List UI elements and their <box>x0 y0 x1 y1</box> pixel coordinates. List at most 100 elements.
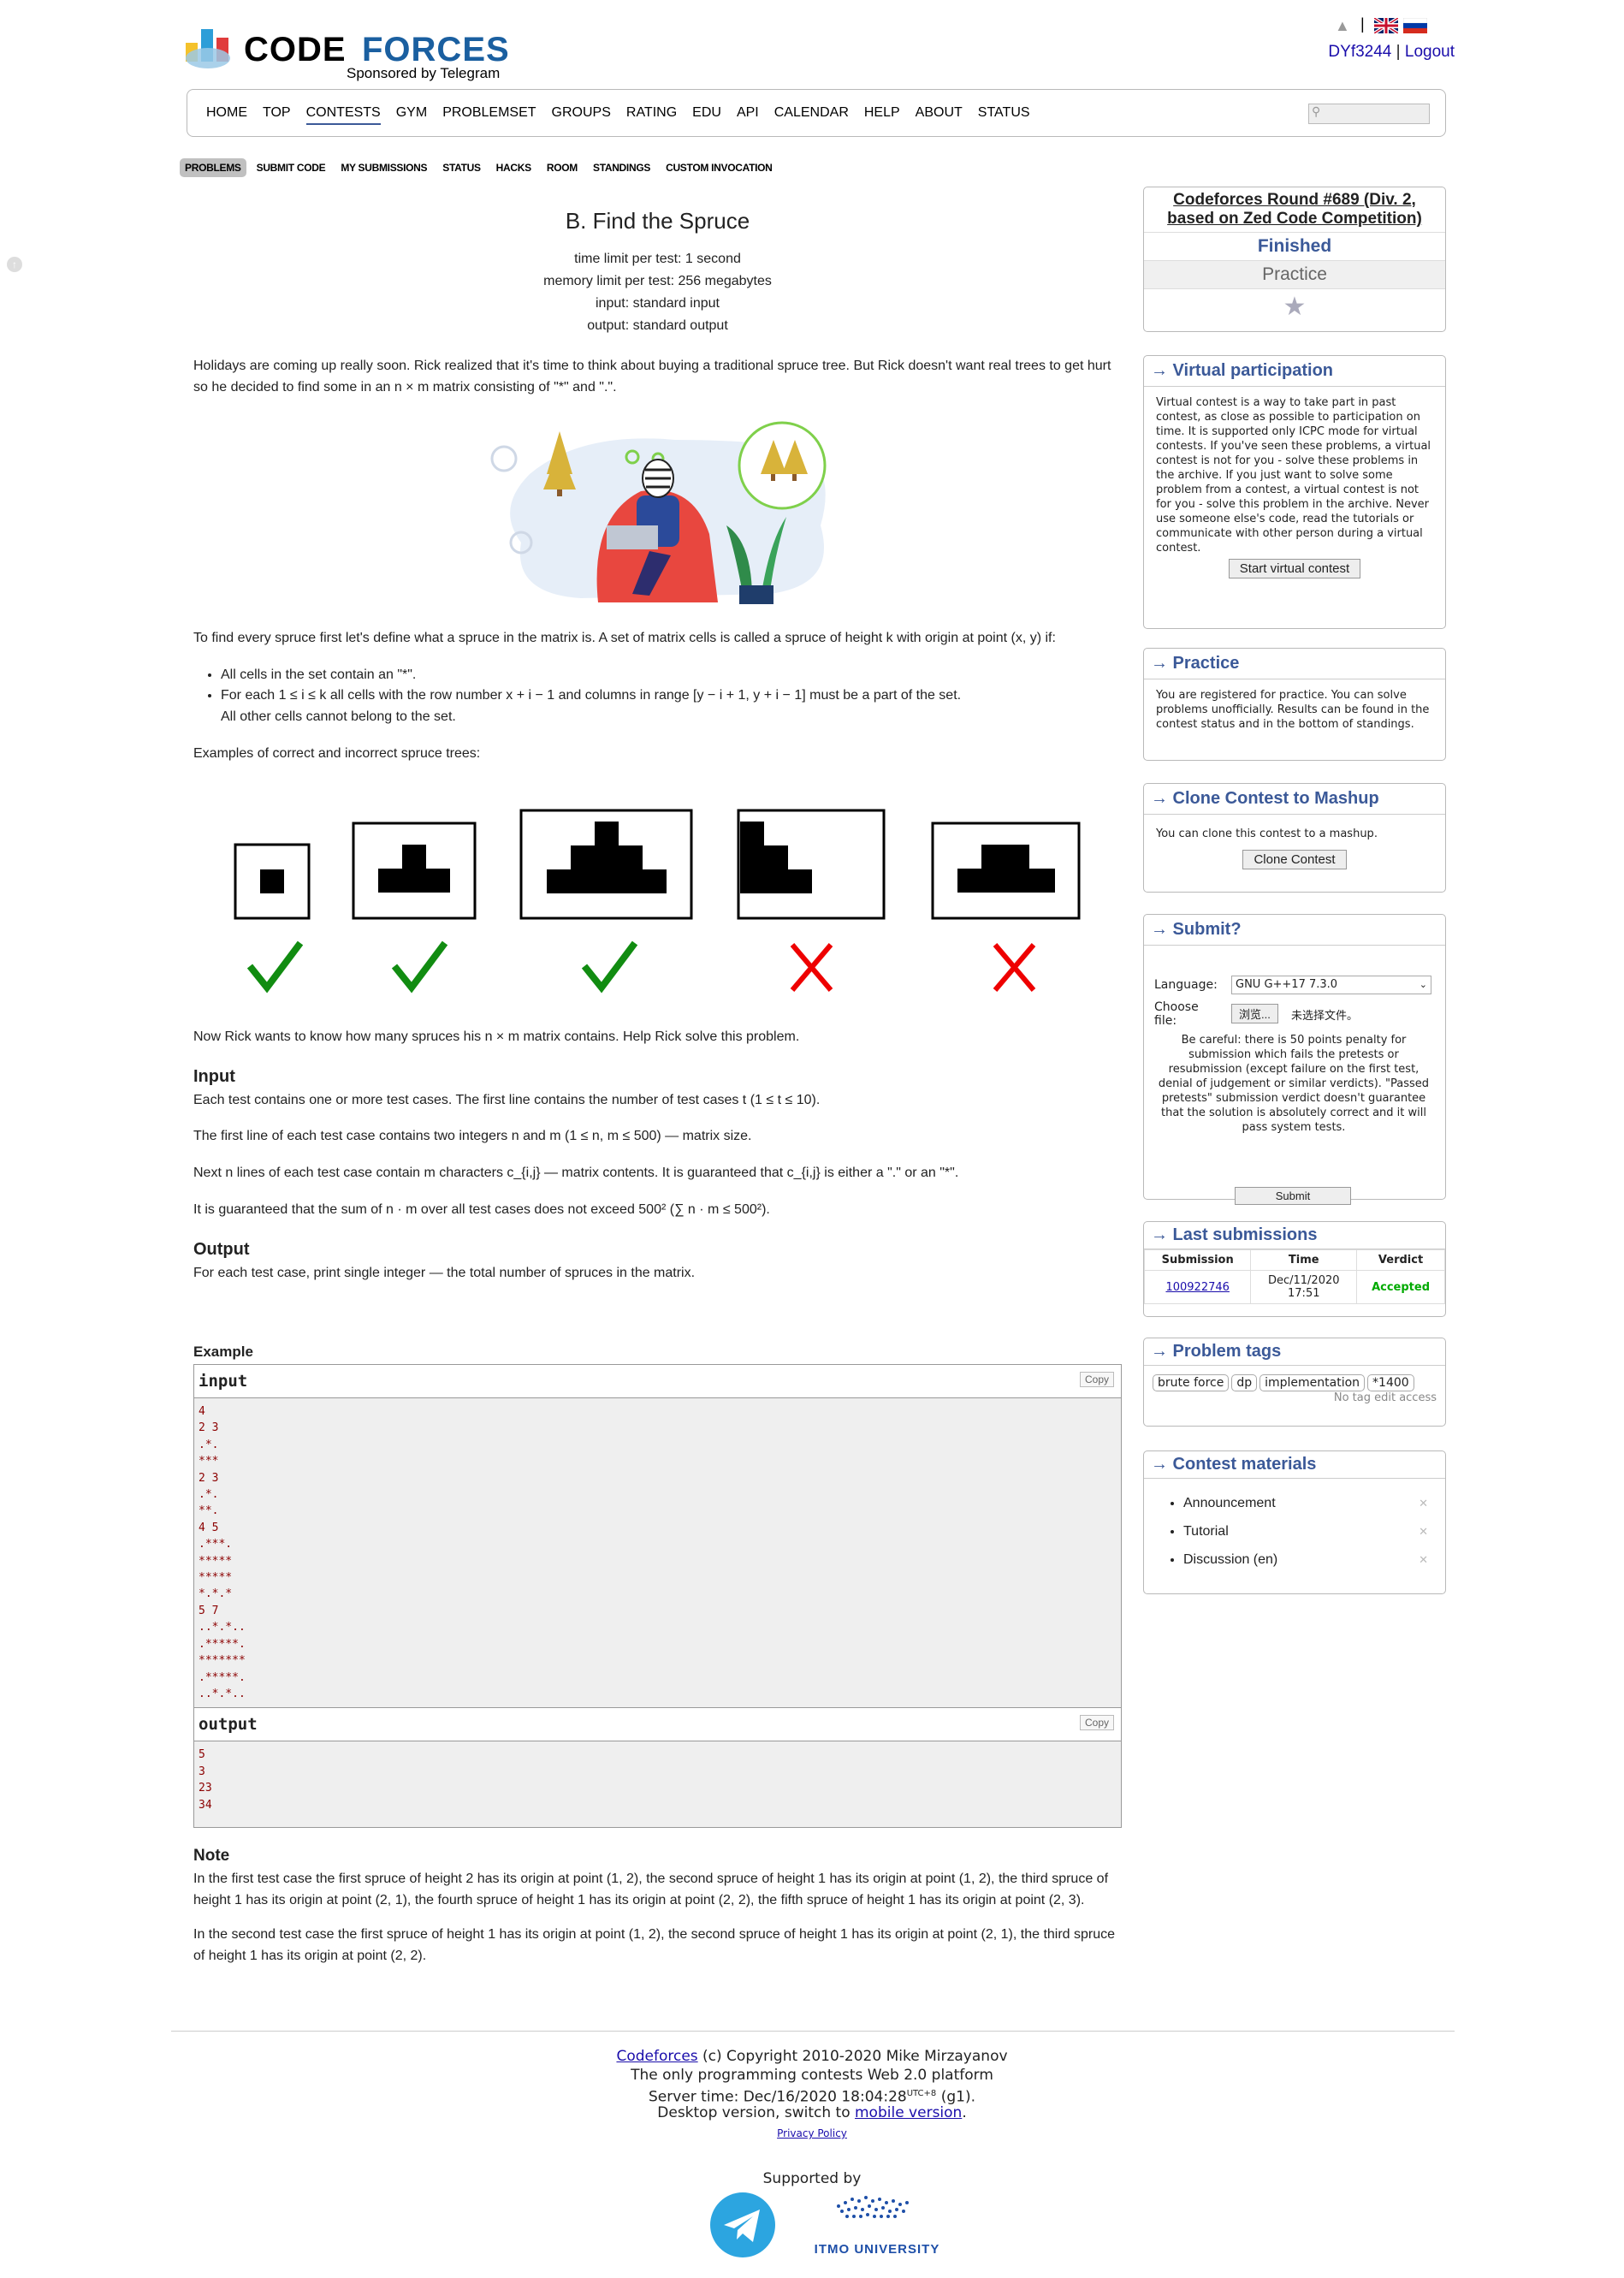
spruce-examples-image <box>234 809 1081 994</box>
nav-item-calendar[interactable]: CALENDAR <box>774 105 849 125</box>
output-file: output: standard output <box>587 318 728 334</box>
nav-item-status[interactable]: STATUS <box>978 105 1030 125</box>
sample-input-text: 4 2 3 .*. *** 2 3 .*. **. 4 5 .***. ****… <box>194 1398 1121 1708</box>
subnav-item-room[interactable]: ROOM <box>542 158 583 177</box>
nav-item-about[interactable]: ABOUT <box>916 105 963 125</box>
tag-difficulty[interactable]: *1400 <box>1367 1374 1414 1391</box>
material-discussion[interactable]: Discussion (en) ✕ <box>1183 1545 1445 1574</box>
user-separator: | <box>1396 43 1401 61</box>
browse-file-button[interactable]: 浏览... <box>1231 1004 1278 1023</box>
practice-title: → Practice <box>1144 649 1445 679</box>
submit-box: → Submit? Language: GNU G++17 7.3.0 ⌄ Ch… <box>1143 914 1446 1205</box>
subnav-item-hacks[interactable]: HACKS <box>491 158 536 177</box>
clone-contest-button[interactable]: Clone Contest <box>1242 850 1347 869</box>
task-paragraph: Now Rick wants to know how many spruces … <box>193 1029 800 1044</box>
mobile-version-link[interactable]: mobile version <box>855 2104 962 2121</box>
definition-paragraph: To find every spruce first let's define … <box>193 630 1056 645</box>
sample-input-block: input Copy 4 2 3 .*. *** 2 3 .*. **. 4 5… <box>193 1364 1122 1709</box>
user-link[interactable]: DYf3244 <box>1328 43 1391 61</box>
material-tutorial[interactable]: Tutorial ✕ <box>1183 1517 1445 1545</box>
subnav-item-custom-invocation[interactable]: CUSTOM INVOCATION <box>661 158 777 177</box>
supported-by-text: Supported by <box>762 2170 862 2187</box>
nav-item-gym[interactable]: GYM <box>396 105 427 125</box>
input-label: input <box>199 1372 248 1391</box>
nav-item-contests[interactable]: CONTESTS <box>305 105 381 125</box>
bell-icon[interactable]: ▲ <box>1335 17 1350 35</box>
bullet-cells: All cells in the set contain an "*". <box>221 665 1122 686</box>
second-level-menu: PROBLEMS SUBMIT CODE MY SUBMISSIONS STATUS H… <box>180 158 783 177</box>
contest-round-box: Codeforces Round #689 (Div. 2, based on … <box>1143 187 1446 332</box>
round-name-link[interactable]: Codeforces Round #689 (Div. 2, based on … <box>1144 187 1445 232</box>
memory-limit: memory limit per test: 256 megabytes <box>543 274 772 289</box>
logo-sponsor-text: Sponsored by Telegram <box>347 65 501 81</box>
subnav-item-my-submissions[interactable]: MY SUBMISSIONS <box>335 158 432 177</box>
virtual-text: Virtual contest is a way to take part in… <box>1156 396 1431 555</box>
privacy-policy-link[interactable]: Privacy Policy <box>777 2127 847 2139</box>
tag-implementation[interactable]: implementation <box>1259 1374 1366 1391</box>
file-label: Choose file: <box>1154 1000 1199 1028</box>
nav-item-top[interactable]: TOP <box>263 105 291 125</box>
note-title: Note <box>193 1847 230 1866</box>
bullet-others-text: All other cells cannot belong to the set… <box>221 709 456 725</box>
sample-tests: Example input Copy 4 2 3 .*. *** 2 3 .*.… <box>193 1344 1122 1967</box>
clone-contest-box: → Clone Contest to Mashup You can clone … <box>1143 783 1446 893</box>
last-submissions-table: Submission Time Verdict 100922746 Dec/11… <box>1143 1249 1445 1304</box>
input-paragraph-2: The first line of each test case contain… <box>193 1129 752 1144</box>
nav-item-edu[interactable]: EDU <box>692 105 721 125</box>
footer-codeforces-link[interactable]: Codeforces <box>616 2048 697 2065</box>
language-value: GNU G++17 7.3.0 <box>1236 978 1338 991</box>
nav-item-api[interactable]: API <box>737 105 759 125</box>
nav-item-help[interactable]: HELP <box>864 105 900 125</box>
table-row: 100922746 Dec/11/2020 17:51 Accepted <box>1143 1270 1445 1304</box>
contest-materials-box: → Contest materials Announcement ✕ Tutori… <box>1143 1450 1446 1594</box>
subnav-item-status[interactable]: STATUS <box>437 158 485 177</box>
material-announcement-label: Announcement <box>1183 1496 1276 1510</box>
material-announcement[interactable]: Announcement ✕ <box>1183 1489 1445 1517</box>
copy-output-button[interactable]: Copy <box>1079 1715 1114 1731</box>
uk-flag-icon[interactable] <box>1374 18 1398 33</box>
logout-link[interactable]: Logout <box>1405 43 1455 61</box>
subnav-item-standings[interactable]: STANDINGS <box>588 158 655 177</box>
nav-item-home[interactable]: HOME <box>206 105 247 125</box>
examples-intro: Examples of correct and incorrect spruce… <box>193 746 481 762</box>
language-select[interactable]: GNU G++17 7.3.0 ⌄ <box>1231 976 1431 994</box>
footer-desktop-text: Desktop version, switch to <box>657 2104 851 2121</box>
bullet-rows: For each 1 ≤ i ≤ k all cells with the ro… <box>221 685 1122 728</box>
chevron-down-icon: ⌄ <box>1419 979 1427 990</box>
material-close-icon[interactable]: ✕ <box>1419 1489 1428 1517</box>
search-input[interactable]: ⚲ <box>1308 104 1430 124</box>
user-area: DYf3244 | Logout <box>1301 43 1455 62</box>
subnav-item-problems[interactable]: PROBLEMS <box>180 158 246 177</box>
time-limit: time limit per test: 1 second <box>574 252 741 267</box>
col-submission: Submission <box>1143 1249 1252 1271</box>
input-paragraph-1: Each test contains one or more test case… <box>193 1092 821 1107</box>
tag-dp[interactable]: dp <box>1231 1374 1258 1391</box>
subnav-item-submit-code[interactable]: SUBMIT CODE <box>252 158 331 177</box>
footer-privacy: Privacy Policy <box>0 2124 1624 2143</box>
ru-flag-icon[interactable] <box>1403 18 1427 33</box>
start-virtual-contest-button[interactable]: Start virtual contest <box>1228 559 1361 578</box>
tag-brute-force[interactable]: brute force <box>1153 1374 1230 1391</box>
problem-statement: B. Find the Spruce time limit per test: … <box>193 204 1122 1300</box>
material-close-icon[interactable]: ✕ <box>1419 1517 1428 1545</box>
favourite-star-icon[interactable]: ★ <box>1144 288 1445 325</box>
note-paragraph-1: In the first test case the first spruce … <box>193 1871 1109 1907</box>
sidebar-toggle-icon[interactable]: ↑ <box>7 257 22 272</box>
nav-item-groups[interactable]: GROUPS <box>552 105 611 125</box>
material-close-icon[interactable]: ✕ <box>1419 1545 1428 1574</box>
virtual-participation-box: → Virtual participation Virtual contest … <box>1143 355 1446 629</box>
submit-button[interactable]: Submit <box>1235 1187 1351 1205</box>
itmo-logo-icon[interactable] <box>830 2191 924 2234</box>
language-label: Language: <box>1154 978 1218 992</box>
intro-paragraph: Holidays are coming up really soon. Rick… <box>193 359 1111 395</box>
input-paragraph-3: Next n lines of each test case contain m… <box>193 1166 959 1181</box>
nav-item-rating[interactable]: RATING <box>626 105 677 125</box>
telegram-logo-icon[interactable] <box>708 2191 777 2259</box>
submission-id-link[interactable]: 100922746 <box>1165 1281 1229 1294</box>
sample-output-text: 5 3 23 34 <box>194 1741 1121 1828</box>
nav-item-problemset[interactable]: PROBLEMSET <box>442 105 536 125</box>
input-section-title: Input <box>193 1066 235 1086</box>
footer-copyright: (c) Copyright 2010-2020 Mike Mirzayanov <box>702 2048 1008 2065</box>
col-verdict: Verdict <box>1356 1249 1445 1271</box>
copy-input-button[interactable]: Copy <box>1079 1372 1114 1387</box>
